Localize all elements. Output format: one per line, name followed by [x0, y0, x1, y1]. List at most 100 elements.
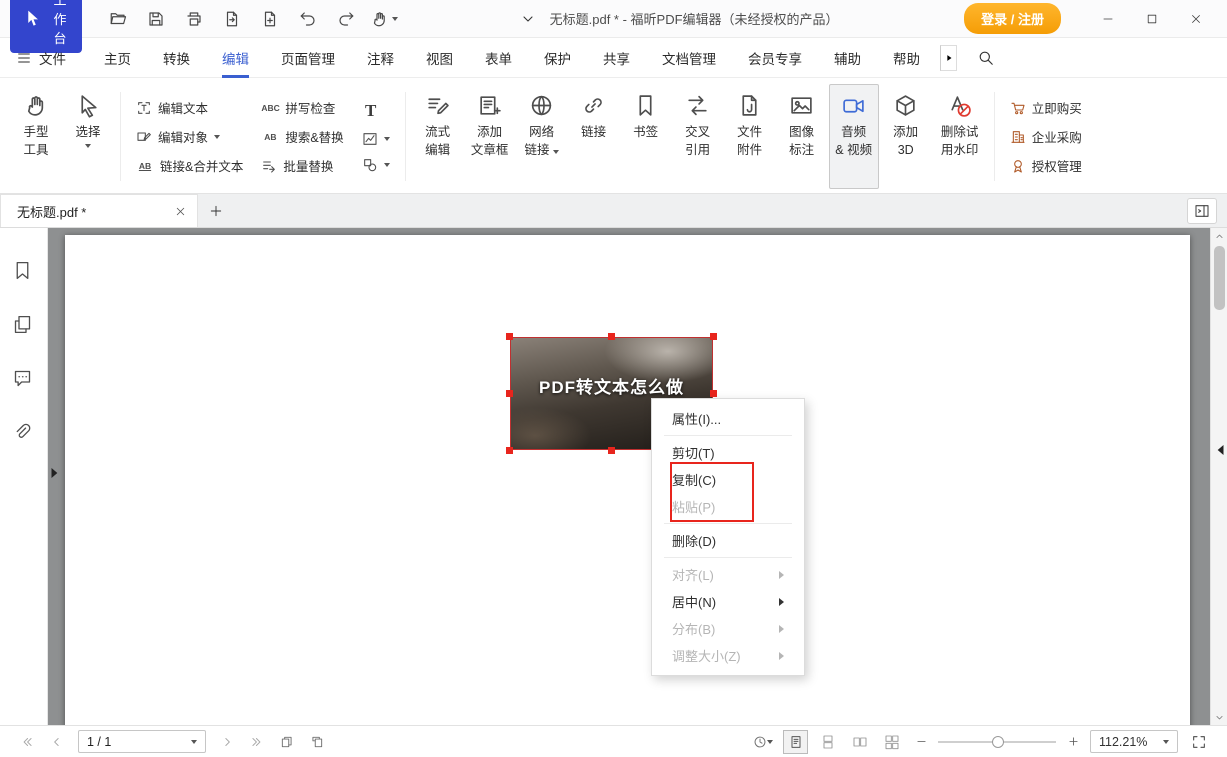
selection-handle-nw[interactable] — [506, 333, 513, 340]
tab-layout-button[interactable] — [1187, 198, 1217, 224]
tab-convert[interactable]: 转换 — [163, 38, 190, 78]
add-chart-button[interactable] — [362, 131, 390, 147]
context-item-distribute[interactable]: 分布(B) — [652, 615, 804, 642]
tab-view[interactable]: 视图 — [426, 38, 453, 78]
new-tab-button[interactable] — [198, 194, 234, 227]
edit-text-button[interactable]: 编辑文本 — [136, 98, 243, 117]
tab-accessibility[interactable]: 辅助 — [834, 38, 861, 78]
redo-button[interactable] — [328, 5, 364, 33]
tab-help[interactable]: 帮助 — [893, 38, 920, 78]
first-page-button[interactable] — [14, 730, 40, 754]
spell-check-button[interactable]: ABC 拼写检查 — [261, 98, 343, 117]
collapse-ribbon-icon[interactable] — [520, 11, 536, 27]
license-manage-button[interactable]: 授权管理 — [1010, 156, 1082, 175]
flow-edit-button[interactable]: 流式 编辑 — [413, 84, 463, 189]
attachments-panel-button[interactable] — [12, 420, 36, 444]
add-shape-button[interactable] — [362, 157, 390, 173]
convert-doc-button[interactable] — [214, 5, 250, 33]
undo-button[interactable] — [290, 5, 326, 33]
close-tab-icon[interactable] — [174, 205, 187, 218]
selection-handle-s[interactable] — [608, 447, 615, 454]
selection-handle-e[interactable] — [710, 390, 717, 397]
next-page-button[interactable] — [214, 730, 240, 754]
minimize-button[interactable] — [1087, 4, 1129, 34]
batch-replace-button[interactable]: 批量替换 — [261, 156, 343, 175]
context-item-properties[interactable]: 属性(I)... — [652, 405, 804, 432]
file-attachment-button[interactable]: 文件 附件 — [725, 84, 775, 189]
continuous-view-button[interactable] — [815, 730, 840, 754]
bookmarks-panel-button[interactable] — [12, 258, 36, 282]
audio-video-button[interactable]: 音频 & 视频 — [829, 84, 879, 189]
tab-edit[interactable]: 编辑 — [222, 38, 249, 78]
context-item-align[interactable]: 对齐(L) — [652, 561, 804, 588]
tab-protect[interactable]: 保护 — [544, 38, 571, 78]
context-item-paste[interactable]: 粘贴(P) — [652, 493, 804, 520]
remove-trial-watermark-button[interactable]: 删除试 用水印 — [933, 84, 987, 189]
comments-panel-button[interactable] — [12, 366, 36, 390]
close-button[interactable] — [1175, 4, 1217, 34]
previous-page-button[interactable] — [44, 730, 70, 754]
context-item-cut[interactable]: 剪切(T) — [652, 439, 804, 466]
web-link-button[interactable]: 网络 链接 — [517, 84, 567, 189]
document-tab[interactable]: 无标题.pdf * — [0, 194, 198, 227]
last-page-button[interactable] — [244, 730, 270, 754]
maximize-button[interactable] — [1131, 4, 1173, 34]
menu-overflow-button[interactable] — [940, 45, 957, 71]
tab-member-exclusive[interactable]: 会员专享 — [748, 38, 802, 78]
login-register-button[interactable]: 登录 / 注册 — [964, 3, 1061, 34]
facing-continuous-view-button[interactable] — [879, 730, 904, 754]
selection-handle-sw[interactable] — [506, 447, 513, 454]
selection-handle-n[interactable] — [608, 333, 615, 340]
add-3d-button[interactable]: 添加 3D — [881, 84, 931, 189]
tab-form[interactable]: 表单 — [485, 38, 512, 78]
selection-handle-ne[interactable] — [710, 333, 717, 340]
page-indicator-dropdown[interactable]: 1 / 1 — [78, 730, 206, 753]
bookmark-button[interactable]: 书签 — [621, 84, 671, 189]
facing-view-button[interactable] — [847, 730, 872, 754]
single-page-view-button[interactable] — [783, 730, 808, 754]
scroll-down-button[interactable] — [1211, 709, 1227, 725]
right-panel-collapse-button[interactable] — [1216, 443, 1226, 457]
print-button[interactable] — [176, 5, 212, 33]
pages-panel-button[interactable] — [12, 312, 36, 336]
context-item-center[interactable]: 居中(N) — [652, 588, 804, 615]
zoom-in-button[interactable] — [1063, 730, 1083, 754]
edit-object-button[interactable]: 编辑对象 — [136, 127, 243, 146]
sidebar-expand-button[interactable] — [49, 466, 59, 480]
next-view-button[interactable] — [304, 730, 330, 754]
cross-reference-button[interactable]: 交叉 引用 — [673, 84, 723, 189]
pdf-page[interactable] — [65, 235, 1190, 725]
image-annotation-button[interactable]: 图像 标注 — [777, 84, 827, 189]
buy-now-button[interactable]: 立即购买 — [1010, 98, 1082, 117]
zoom-slider-thumb[interactable] — [992, 736, 1004, 748]
link-button[interactable]: 链接 — [569, 84, 619, 189]
search-replace-button[interactable]: AB 搜索&替换 — [261, 127, 343, 146]
open-file-button[interactable] — [100, 5, 136, 33]
search-button[interactable] — [969, 43, 1001, 73]
save-button[interactable] — [138, 5, 174, 33]
previous-view-button[interactable] — [274, 730, 300, 754]
zoom-level-dropdown[interactable]: 112.21% — [1090, 730, 1178, 753]
create-doc-button[interactable] — [252, 5, 288, 33]
scrollbar-thumb[interactable] — [1214, 246, 1225, 310]
add-text-tool-button[interactable]: T — [362, 101, 390, 121]
link-merge-text-button[interactable]: AB 链接&合并文本 — [136, 156, 243, 175]
vertical-scrollbar[interactable] — [1210, 228, 1227, 725]
tab-share[interactable]: 共享 — [603, 38, 630, 78]
selection-handle-w[interactable] — [506, 390, 513, 397]
hand-tool-quick-button[interactable] — [366, 5, 402, 33]
menu-file[interactable]: 文件 — [16, 48, 66, 68]
scroll-up-button[interactable] — [1211, 228, 1227, 244]
context-item-copy[interactable]: 复制(C) — [652, 466, 804, 493]
tab-home[interactable]: 主页 — [104, 38, 131, 78]
context-item-resize[interactable]: 调整大小(Z) — [652, 642, 804, 669]
auto-scroll-button[interactable] — [750, 730, 776, 754]
enterprise-purchase-button[interactable]: 企业采购 — [1010, 127, 1082, 146]
select-tool-button[interactable]: 选择 — [63, 84, 113, 189]
tab-doc-manage[interactable]: 文档管理 — [662, 38, 716, 78]
add-article-box-button[interactable]: 添加 文章框 — [465, 84, 515, 189]
context-item-delete[interactable]: 删除(D) — [652, 527, 804, 554]
tab-comment[interactable]: 注释 — [367, 38, 394, 78]
zoom-slider[interactable] — [938, 730, 1056, 754]
fullscreen-button[interactable] — [1185, 730, 1213, 754]
